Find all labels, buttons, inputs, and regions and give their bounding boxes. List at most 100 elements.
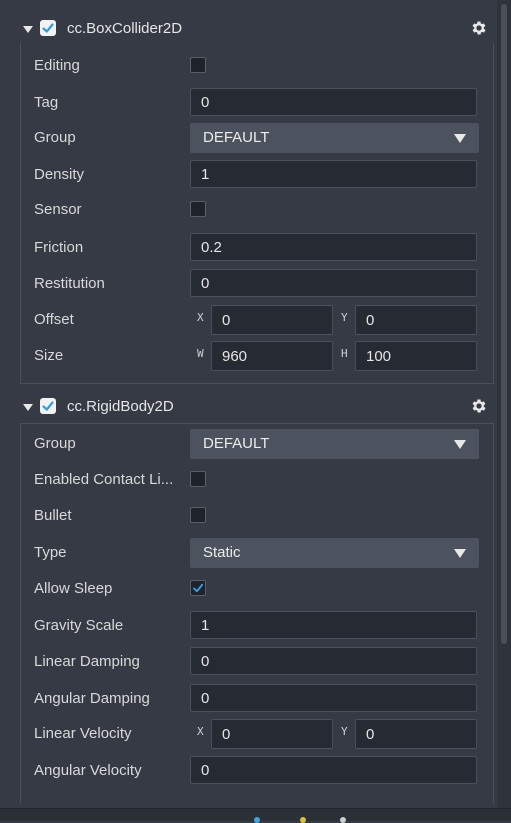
sensor-row: Sensor	[21, 195, 493, 225]
linear-velocity-y-value: 0	[366, 726, 375, 743]
gravity-scale-input[interactable]: 1	[190, 611, 477, 639]
size-row: Size W 960 H 100	[21, 341, 493, 371]
angular-damping-row: Angular Damping 0	[21, 684, 493, 714]
status-dot-icon	[340, 817, 346, 823]
scrollbar-thumb[interactable]	[501, 4, 507, 644]
linear-velocity-y-axis-label: Y	[341, 725, 348, 738]
friction-row: Friction 0.2	[21, 233, 493, 263]
restitution-input[interactable]: 0	[190, 269, 477, 297]
offset-label: Offset	[34, 311, 74, 328]
offset-row: Offset X 0 Y 0	[21, 305, 493, 335]
box-collider-body: Editing Tag 0 Group DEFAULT Density 1 Se…	[20, 43, 494, 384]
angular-damping-label: Angular Damping	[34, 690, 150, 707]
tag-row: Tag 0	[21, 88, 493, 118]
size-h-value: 100	[366, 348, 392, 365]
tag-input[interactable]: 0	[190, 88, 477, 116]
gravity-scale-label: Gravity Scale	[34, 617, 124, 634]
restitution-label: Restitution	[34, 275, 105, 292]
friction-label: Friction	[34, 239, 84, 256]
checkmark-icon	[42, 401, 54, 411]
offset-x-input[interactable]: 0	[211, 305, 333, 335]
editing-checkbox[interactable]	[190, 57, 206, 73]
tag-label: Tag	[34, 94, 59, 111]
checkmark-icon	[193, 583, 204, 593]
rigid-body-enable-checkbox[interactable]	[40, 398, 56, 414]
angular-damping-input[interactable]: 0	[190, 684, 477, 712]
inspector-panel: cc.BoxCollider2D Editing Tag 0 Group DEF…	[0, 0, 497, 808]
offset-y-value: 0	[366, 312, 375, 329]
rigid-body-header[interactable]: cc.RigidBody2D	[0, 395, 497, 421]
collapse-arrow-icon[interactable]	[23, 404, 33, 411]
vertical-scrollbar[interactable]	[497, 0, 511, 808]
gravity-scale-value: 1	[201, 617, 210, 634]
type-label: Type	[34, 544, 67, 561]
angular-velocity-label: Angular Velocity	[34, 762, 142, 779]
rigid-body-body: Group DEFAULT Enabled Contact Li... Bull…	[20, 423, 494, 804]
linear-velocity-row: Linear Velocity X 0 Y 0	[21, 719, 493, 749]
angular-velocity-input[interactable]: 0	[190, 756, 477, 784]
linear-damping-input[interactable]: 0	[190, 647, 477, 675]
rb-group-row: Group DEFAULT	[21, 429, 493, 459]
angular-velocity-value: 0	[201, 762, 210, 779]
type-select[interactable]: Static	[190, 538, 479, 568]
size-w-axis-label: W	[197, 347, 204, 360]
size-label: Size	[34, 347, 64, 364]
caret-down-icon	[454, 549, 466, 558]
bullet-checkbox[interactable]	[190, 507, 206, 523]
offset-x-axis-label: X	[197, 311, 204, 324]
density-label: Density	[34, 166, 85, 183]
rb-group-label: Group	[34, 435, 76, 452]
gear-icon[interactable]	[470, 19, 488, 37]
allow-sleep-row: Allow Sleep	[21, 574, 493, 604]
size-h-axis-label: H	[341, 347, 348, 360]
group-label: Group	[34, 129, 76, 146]
size-w-value: 960	[222, 348, 248, 365]
group-row: Group DEFAULT	[21, 123, 493, 153]
type-value: Static	[203, 544, 241, 561]
contact-listener-checkbox[interactable]	[190, 471, 206, 487]
allow-sleep-label: Allow Sleep	[34, 580, 113, 597]
offset-x-value: 0	[222, 312, 231, 329]
density-input[interactable]: 1	[190, 160, 477, 188]
rb-group-value: DEFAULT	[203, 435, 270, 452]
tag-value: 0	[201, 94, 210, 111]
gravity-scale-row: Gravity Scale 1	[21, 611, 493, 641]
box-collider-header[interactable]: cc.BoxCollider2D	[0, 17, 497, 43]
allow-sleep-checkbox[interactable]	[190, 580, 206, 596]
size-w-input[interactable]: 960	[211, 341, 333, 371]
friction-value: 0.2	[201, 239, 222, 256]
collapse-arrow-icon[interactable]	[23, 26, 33, 33]
linear-velocity-label: Linear Velocity	[34, 725, 132, 742]
gear-icon[interactable]	[470, 397, 488, 415]
caret-down-icon	[454, 134, 466, 143]
linear-velocity-y-input[interactable]: 0	[355, 719, 477, 749]
linear-damping-label: Linear Damping	[34, 653, 140, 670]
component-title: cc.RigidBody2D	[67, 398, 174, 415]
linear-velocity-x-input[interactable]: 0	[211, 719, 333, 749]
sensor-label: Sensor	[34, 201, 82, 218]
status-dot-icon	[254, 817, 260, 823]
restitution-row: Restitution 0	[21, 269, 493, 299]
rb-group-select[interactable]: DEFAULT	[190, 429, 479, 459]
bullet-row: Bullet	[21, 501, 493, 531]
friction-input[interactable]: 0.2	[190, 233, 477, 261]
editing-row: Editing	[21, 51, 493, 81]
group-select[interactable]: DEFAULT	[190, 123, 479, 153]
size-h-input[interactable]: 100	[355, 341, 477, 371]
linear-velocity-x-value: 0	[222, 726, 231, 743]
type-row: Type Static	[21, 538, 493, 568]
group-value: DEFAULT	[203, 129, 270, 146]
angular-damping-value: 0	[201, 690, 210, 707]
restitution-value: 0	[201, 275, 210, 292]
linear-damping-value: 0	[201, 653, 210, 670]
sensor-checkbox[interactable]	[190, 201, 206, 217]
component-title: cc.BoxCollider2D	[67, 20, 183, 37]
box-collider-enable-checkbox[interactable]	[40, 20, 56, 36]
contact-listener-row: Enabled Contact Li...	[21, 465, 493, 495]
bottom-status-bar	[0, 808, 511, 823]
contact-listener-label: Enabled Contact Li...	[34, 471, 174, 488]
linear-damping-row: Linear Damping 0	[21, 647, 493, 677]
status-dot-icon	[300, 817, 306, 823]
offset-y-input[interactable]: 0	[355, 305, 477, 335]
caret-down-icon	[454, 440, 466, 449]
